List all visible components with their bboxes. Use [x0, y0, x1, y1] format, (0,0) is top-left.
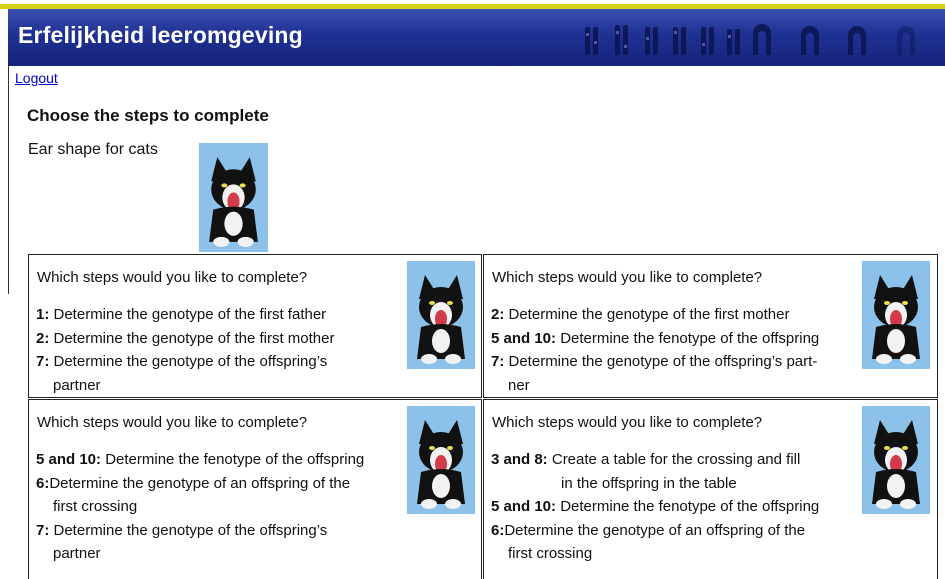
- left-border: [8, 66, 9, 294]
- step-item: 2: Determine the genotype of the first m…: [36, 327, 416, 351]
- step-item: 5 and 10: Determine the fenotype of the …: [36, 448, 416, 472]
- step-item: 5 and 10: Determine the fenotype of the …: [491, 327, 871, 351]
- logout-link[interactable]: Logout: [15, 70, 58, 86]
- step-item: 7: Determine the genotype of the offspri…: [491, 350, 871, 374]
- step-option-panel[interactable]: Which steps would you like to complete? …: [483, 399, 938, 579]
- panel-question: Which steps would you like to complete?: [37, 414, 308, 431]
- step-number: 5 and 10:: [36, 451, 102, 468]
- step-number: 2:: [491, 306, 505, 323]
- step-text: Determine the genotype of the first moth…: [504, 306, 790, 323]
- subject-label: Ear shape for cats: [28, 141, 158, 158]
- step-item: 7: Determine the genotype of the offspri…: [36, 519, 416, 543]
- step-number: 7:: [491, 353, 505, 370]
- cat-photo-icon: [199, 143, 268, 252]
- step-text: Determine the fenotype of the offspring: [101, 451, 365, 468]
- cat-photo-icon: [862, 406, 930, 514]
- step-option-panel[interactable]: Which steps would you like to complete? …: [483, 254, 938, 398]
- steps-list: 1: Determine the genotype of the first f…: [36, 303, 416, 397]
- step-continuation: in the offspring in the table: [561, 474, 737, 492]
- step-item: 7: Determine the genotype of the offspri…: [36, 350, 416, 374]
- panel-question: Which steps would you like to complete?: [37, 269, 308, 286]
- step-continuation: partner: [53, 376, 101, 394]
- step-continuation: partner: [53, 545, 101, 562]
- steps-list: 2: Determine the genotype of the first m…: [491, 303, 871, 397]
- step-text: Determine the genotype of the first moth…: [49, 329, 335, 347]
- step-option-panel[interactable]: Which steps would you like to complete? …: [28, 254, 482, 398]
- steps-list: 3 and 8: Create a table for the crossing…: [491, 448, 871, 566]
- step-number: 2:: [36, 329, 50, 347]
- step-number: 5 and 10:: [491, 329, 557, 347]
- cat-photo-icon: [407, 261, 475, 369]
- steps-list: 5 and 10: Determine the fenotype of the …: [36, 448, 416, 566]
- step-text: Determine the genotype of the offspring’…: [504, 353, 818, 370]
- step-item: 6:Determine the genotype of an offspring…: [36, 472, 416, 496]
- page-title: Choose the steps to complete: [27, 106, 269, 125]
- step-text: Create a table for the crossing and fill: [547, 451, 801, 468]
- step-text: Determine the genotype of an offspring o…: [504, 521, 806, 539]
- header-banner: Erfelijkheid leeromgeving: [8, 9, 945, 66]
- cat-photo-icon: [862, 261, 930, 369]
- panel-question: Which steps would you like to complete?: [492, 414, 763, 431]
- step-text: Determine the genotype of the offspring’…: [49, 353, 328, 370]
- step-item: 1: Determine the genotype of the first f…: [36, 303, 416, 327]
- panel-question: Which steps would you like to complete?: [492, 269, 763, 286]
- step-item: 6:Determine the genotype of an offspring…: [491, 519, 871, 543]
- step-number: 3 and 8:: [491, 451, 548, 468]
- step-text: Determine the genotype of the first fath…: [49, 306, 327, 323]
- step-number: 1:: [36, 306, 50, 323]
- app-title: Erfelijkheid leeromgeving: [18, 22, 303, 48]
- step-number: 5 and 10:: [491, 498, 557, 515]
- step-text: Determine the genotype of the offspring’…: [49, 521, 328, 539]
- step-number: 6:: [491, 521, 505, 539]
- step-item: 5 and 10: Determine the fenotype of the …: [491, 495, 871, 519]
- step-item: 3 and 8: Create a table for the crossing…: [491, 448, 871, 472]
- chromosome-banner-icon: [585, 24, 915, 55]
- cat-photo-icon: [407, 406, 475, 514]
- step-number: 7:: [36, 353, 50, 370]
- step-item: 2: Determine the genotype of the first m…: [491, 303, 871, 327]
- step-continuation: first crossing: [53, 498, 138, 515]
- step-continuation: ner: [508, 376, 530, 394]
- step-continuation: first crossing: [508, 545, 593, 562]
- top-border: [0, 0, 945, 9]
- step-text: Determine the genotype of an offspring o…: [49, 474, 351, 492]
- step-text: Determine the fenotype of the offspring: [556, 329, 820, 347]
- step-text: Determine the fenotype of the offspring: [556, 498, 820, 515]
- step-number: 7:: [36, 521, 50, 539]
- step-option-panel[interactable]: Which steps would you like to complete? …: [28, 399, 482, 579]
- step-number: 6:: [36, 474, 50, 492]
